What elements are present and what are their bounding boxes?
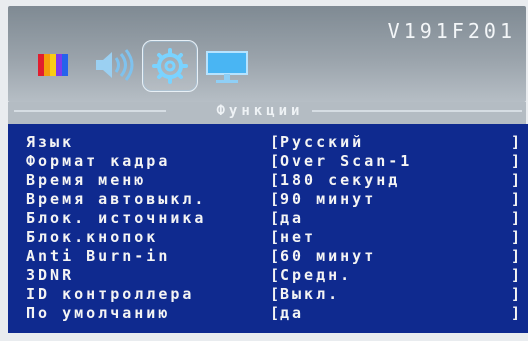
value-bracket-right: ] [511,171,521,189]
monitor-icon[interactable] [200,40,254,90]
setting-value: 180 секунд [280,171,401,189]
settings-panel: Язык [ Русский ] Формат кадра [ Over Sca… [8,124,528,333]
firmware-version: V191F201 [387,19,516,43]
value-bracket-left: [ [270,304,280,322]
value-bracket-left: [ [270,190,280,208]
setting-value: нет [280,228,317,246]
value-bracket-right: ] [511,247,521,265]
value-bracket-right: ] [511,152,521,170]
setting-row-reset-default[interactable]: По умолчанию [ да ] [8,304,528,323]
setting-label: Anti Burn-in [26,247,171,265]
value-bracket-left: [ [270,152,280,170]
setting-value: 60 минут [280,247,377,265]
setting-label: Формат кадра [26,152,171,170]
setting-row-aspect[interactable]: Формат кадра [ Over Scan-1 ] [8,152,528,171]
setting-row-auto-off[interactable]: Время автовыкл. [ 90 минут ] [8,190,528,209]
value-bracket-right: ] [511,304,521,322]
setting-value: 90 минут [280,190,377,208]
section-title: Функции [216,103,304,119]
setting-row-3dnr[interactable]: 3DNR [ Средн. ] [8,266,528,285]
color-bars-icon[interactable] [30,40,84,90]
setting-label: 3DNR [26,266,75,284]
value-bracket-right: ] [511,285,521,303]
value-bracket-left: [ [270,133,280,151]
osd-menu: V191F201 Функции Язык [Русский] Формат… [0,0,528,341]
speaker-icon[interactable] [86,40,140,90]
value-bracket-right: ] [511,209,521,227]
setting-value: Средн. [280,266,353,284]
setting-value: да [280,209,305,227]
setting-label: Блок.кнопок [26,228,159,246]
value-bracket-left: [ [270,247,280,265]
title-divider-left [14,110,166,112]
setting-row-source-lock[interactable]: Блок. источника [ да ] [8,209,528,228]
setting-label: Блок. источника [26,209,207,227]
value-bracket-left: [ [270,285,280,303]
setting-row-controller-id[interactable]: ID контроллера [ Выкл. ] [8,285,528,304]
setting-value: Over Scan-1 [280,152,413,170]
setting-value: да [280,304,305,322]
value-bracket-left: [ [270,209,280,227]
value-bracket-left: [ [270,228,280,246]
setting-label: По умолчанию [26,304,171,322]
value-bracket-left: [ [270,171,280,189]
setting-label: ID контроллера [26,285,195,303]
setting-row-anti-burn-in[interactable]: Anti Burn-in [ 60 минут ] [8,247,528,266]
setting-value: Русский [280,133,365,151]
setting-label: Язык [26,133,75,151]
setting-value: Выкл. [280,285,341,303]
section-titlebar: Функции [8,102,526,124]
value-bracket-left: [ [270,266,280,284]
setting-label: Время меню [26,171,147,189]
value-bracket-right: ] [511,190,521,208]
setting-row-language[interactable]: Язык [ Русский ] [8,133,528,152]
setting-row-key-lock[interactable]: Блок.кнопок [ нет ] [8,228,528,247]
value-bracket-right: ] [511,133,521,151]
value-bracket-right: ] [511,266,521,284]
osd-header: V191F201 [8,6,526,102]
gear-icon[interactable] [142,40,198,92]
title-divider-right [312,110,522,112]
setting-label: Время автовыкл. [26,190,207,208]
value-bracket-right: ] [511,228,521,246]
setting-row-menu-time[interactable]: Время меню [ 180 секунд ] [8,171,528,190]
